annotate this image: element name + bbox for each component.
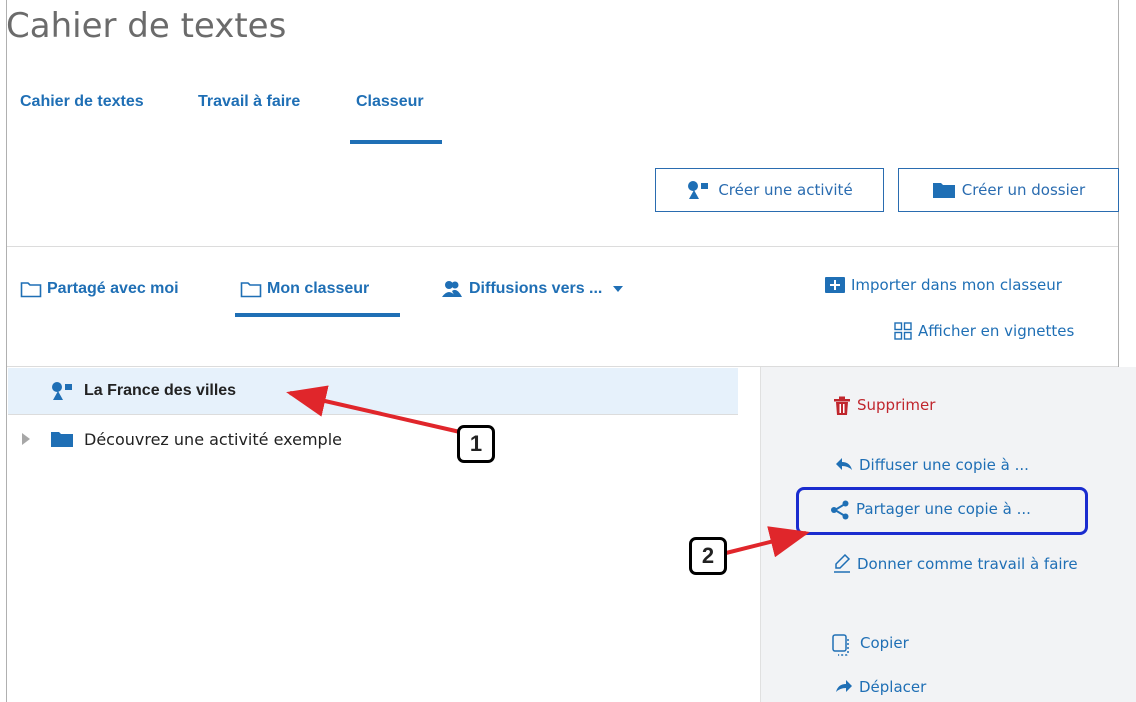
tab-classeur[interactable]: Classeur [356, 93, 424, 111]
activity-icon [50, 381, 76, 401]
header-divider [7, 246, 1118, 247]
activity-icon [686, 180, 712, 200]
users-icon [440, 280, 464, 298]
broadcast-copy-label: Diffuser une copie à ... [859, 456, 1029, 474]
move-button[interactable]: Déplacer [835, 678, 926, 696]
create-folder-button[interactable]: Créer un dossier [898, 168, 1119, 212]
list-item-label: Découvrez une activité exemple [84, 429, 342, 449]
tab-travail-a-faire[interactable]: Travail à faire [198, 93, 300, 111]
delete-button[interactable]: Supprimer [833, 396, 935, 416]
row-divider [8, 414, 738, 415]
highlight-annotation-box [796, 487, 1088, 535]
list-item[interactable]: La France des villes [8, 368, 738, 414]
grid-icon [894, 322, 912, 340]
callout-one: 1 [457, 425, 495, 463]
assign-homework-label: Donner comme travail à faire [857, 555, 1078, 573]
subtab-shared-with-me[interactable]: Partagé avec moi [20, 280, 179, 298]
copy-label: Copier [860, 634, 909, 652]
subtab-broadcasts-label: Diffusions vers ... [469, 280, 603, 297]
expand-caret-icon[interactable] [22, 433, 30, 445]
folder-icon [50, 430, 74, 448]
move-label: Déplacer [859, 678, 927, 696]
callout-two: 2 [689, 537, 727, 575]
thumbnails-view-button[interactable]: Afficher en vignettes [894, 322, 1074, 340]
copy-icon [832, 634, 854, 656]
thumbnails-label: Afficher en vignettes [918, 322, 1075, 340]
copy-button[interactable]: Copier [832, 634, 909, 656]
list-item-label: La France des villes [84, 382, 237, 399]
create-folder-label: Créer un dossier [961, 181, 1086, 199]
active-subtab-underline [235, 313, 400, 317]
forward-arrow-icon [835, 678, 853, 694]
import-button[interactable]: Importer dans mon classeur [825, 276, 1062, 294]
active-tab-underline [350, 140, 442, 144]
import-label: Importer dans mon classeur [851, 276, 1062, 294]
trash-icon [833, 396, 851, 416]
broadcast-copy-button[interactable]: Diffuser une copie à ... [835, 456, 1029, 474]
page-title: Cahier de textes [6, 6, 287, 46]
list-item[interactable]: Découvrez une activité exemple [8, 416, 738, 462]
folder-outline-icon [20, 281, 42, 298]
subtab-my-binder[interactable]: Mon classeur [240, 280, 369, 298]
subtab-shared-label: Partagé avec moi [47, 280, 179, 297]
subtab-my-binder-label: Mon classeur [267, 280, 370, 297]
reply-arrow-icon [835, 456, 853, 472]
folder-icon [932, 181, 956, 199]
pen-icon [833, 554, 851, 574]
create-activity-label: Créer une activité [718, 181, 853, 199]
frame-left-border [6, 0, 7, 702]
plus-box-icon [825, 276, 845, 294]
delete-label: Supprimer [857, 396, 936, 414]
folder-outline-icon [240, 281, 262, 298]
subtab-broadcasts-dropdown[interactable]: Diffusions vers ... [440, 280, 624, 298]
caret-down-icon [613, 286, 624, 292]
create-activity-button[interactable]: Créer une activité [655, 168, 884, 212]
tab-cahier-de-textes[interactable]: Cahier de textes [20, 93, 144, 111]
assign-homework-button[interactable]: Donner comme travail à faire [833, 553, 1083, 575]
